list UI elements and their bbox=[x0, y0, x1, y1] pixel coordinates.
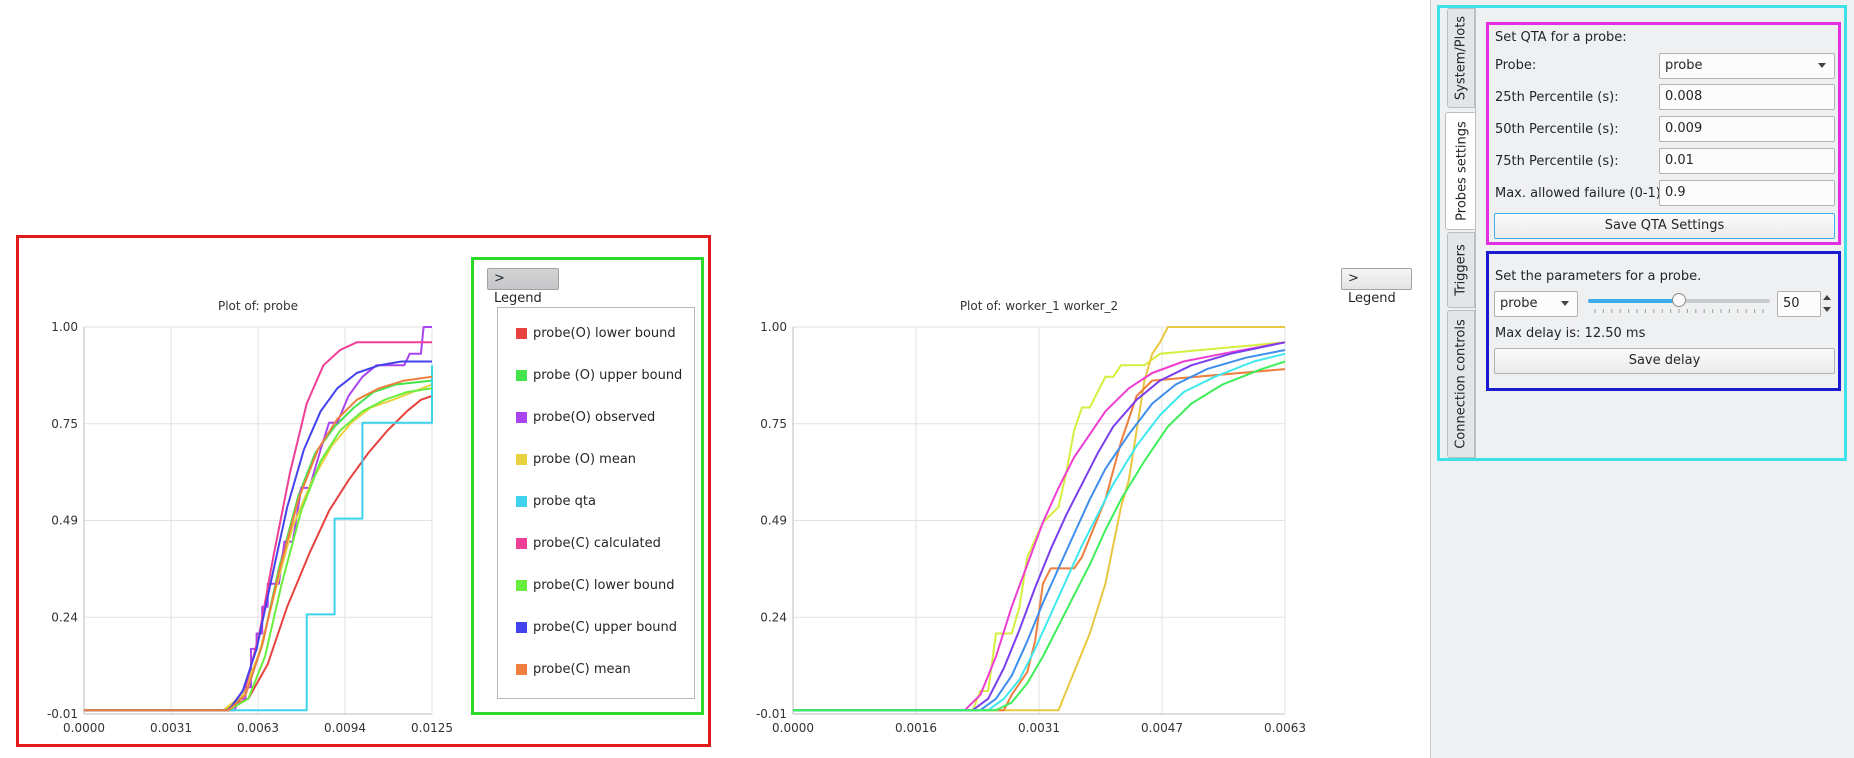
chevron-down-icon bbox=[1561, 301, 1569, 306]
legend-swatch bbox=[516, 369, 527, 381]
probe-combo-value: probe bbox=[1665, 58, 1703, 73]
legend-label: probe(C) calculated bbox=[533, 535, 661, 551]
delay-spinbox-value: 50 bbox=[1783, 296, 1800, 311]
qta-heading: Set QTA for a probe: bbox=[1495, 30, 1627, 45]
legend-swatch bbox=[516, 411, 527, 423]
y-tick-label: 0.75 bbox=[51, 417, 78, 431]
delay-slider[interactable] bbox=[1588, 292, 1770, 316]
probe-combo[interactable]: probe bbox=[1659, 53, 1835, 79]
tab-probes-settings[interactable]: Probes settings bbox=[1445, 112, 1477, 230]
delay-probe-combo-value: probe bbox=[1500, 296, 1538, 311]
legend-item: probe(C) calculated bbox=[516, 534, 661, 552]
dock-splitter[interactable] bbox=[1430, 0, 1431, 758]
legend-item: probe(C) mean bbox=[516, 660, 631, 678]
delay-heading: Set the parameters for a probe. bbox=[1495, 269, 1702, 284]
probe-label: Probe: bbox=[1495, 58, 1537, 73]
legend-toggle-button-workers[interactable]: > Legend bbox=[1341, 268, 1412, 306]
y-tick-label: 1.00 bbox=[760, 320, 787, 334]
probe-legend-panel: probe(O) lower bound probe (O) upper boun… bbox=[497, 307, 695, 699]
x-tick-label: 0.0031 bbox=[150, 721, 192, 735]
x-tick-label: 0.0031 bbox=[1018, 721, 1060, 735]
legend-label: probe qta bbox=[533, 493, 596, 509]
p50-input[interactable]: 0.009 bbox=[1659, 116, 1835, 142]
slider-handle[interactable] bbox=[1672, 293, 1686, 307]
y-tick-label: 0.24 bbox=[51, 610, 78, 624]
x-tick-label: 0.0000 bbox=[63, 721, 105, 735]
chart-title: Plot of: worker_1 worker_2 bbox=[960, 299, 1118, 313]
x-tick-label: 0.0125 bbox=[411, 721, 453, 735]
tab-triggers[interactable]: Triggers bbox=[1447, 232, 1475, 308]
slider-ticks bbox=[1594, 309, 1764, 313]
y-tick-label: -0.01 bbox=[47, 707, 78, 721]
max-delay-text: Max delay is: 12.50 ms bbox=[1495, 326, 1646, 341]
legend-item: probe (O) upper bound bbox=[516, 366, 682, 384]
x-tick-label: 0.0063 bbox=[1264, 721, 1306, 735]
x-tick-label: 0.0016 bbox=[895, 721, 937, 735]
y-tick-label: 0.75 bbox=[760, 417, 787, 431]
legend-label: probe(C) mean bbox=[533, 661, 631, 677]
legend-label: probe(O) observed bbox=[533, 409, 656, 425]
worker-plot-area: 0.0000 0.0016 0.0031 0.0047 0.0063 1.00 0.75 0.… bbox=[740, 236, 1306, 750]
save-qta-button[interactable]: Save QTA Settings bbox=[1494, 213, 1835, 239]
vertical-tab-bar: System/Plots Probes settings Triggers Co… bbox=[1445, 8, 1477, 758]
legend-swatch bbox=[516, 495, 527, 507]
spin-down-icon[interactable] bbox=[1823, 307, 1831, 312]
legend-swatch bbox=[516, 579, 527, 591]
slider-fill bbox=[1588, 299, 1679, 303]
x-tick-label: 0.0094 bbox=[324, 721, 366, 735]
x-tick-label: 0.0047 bbox=[1141, 721, 1183, 735]
y-tick-label: 0.49 bbox=[51, 514, 78, 528]
p50-label: 50th Percentile (s): bbox=[1495, 122, 1619, 137]
legend-item: probe(C) lower bound bbox=[516, 576, 674, 594]
x-tick-label: 0.0063 bbox=[237, 721, 279, 735]
chevron-down-icon bbox=[1818, 63, 1826, 68]
tab-connection-controls[interactable]: Connection controls bbox=[1447, 310, 1475, 458]
legend-label: probe(O) lower bound bbox=[533, 325, 676, 341]
legend-toggle-button-probe[interactable]: > Legend bbox=[487, 268, 559, 306]
x-tick-label: 0.0000 bbox=[772, 721, 814, 735]
delay-spinbox[interactable]: 50 bbox=[1777, 291, 1821, 317]
save-delay-button[interactable]: Save delay bbox=[1494, 348, 1835, 374]
legend-item: probe qta bbox=[516, 492, 596, 510]
legend-item: probe(O) lower bound bbox=[516, 324, 676, 342]
tab-system-plots-label: System/Plots bbox=[1453, 15, 1469, 101]
tab-connection-controls-label: Connection controls bbox=[1453, 319, 1469, 449]
y-tick-label: 0.24 bbox=[760, 610, 787, 624]
p75-input[interactable]: 0.01 bbox=[1659, 148, 1835, 174]
legend-label: probe(C) upper bound bbox=[533, 619, 678, 635]
y-tick-label: 1.00 bbox=[51, 320, 78, 334]
legend-swatch bbox=[516, 327, 527, 339]
y-tick-label: 0.49 bbox=[760, 514, 787, 528]
delay-probe-combo[interactable]: probe bbox=[1494, 291, 1578, 317]
p75-label: 75th Percentile (s): bbox=[1495, 154, 1619, 169]
legend-swatch bbox=[516, 663, 527, 675]
worker-plot-chart: 0.0000 0.0016 0.0031 0.0047 0.0063 1.00 0.75 0.… bbox=[756, 299, 1306, 735]
probe-plot-area: 0.0000 0.0031 0.0063 0.0094 0.0125 1.00 0.75 0.… bbox=[18, 236, 468, 750]
y-tick-label: -0.01 bbox=[756, 707, 787, 721]
probe-plot-chart: 0.0000 0.0031 0.0063 0.0094 0.0125 1.00 0.75 0.… bbox=[47, 299, 453, 735]
legend-label: probe(C) lower bound bbox=[533, 577, 675, 593]
legend-item: probe(C) upper bound bbox=[516, 618, 677, 636]
tab-system-plots[interactable]: System/Plots bbox=[1447, 8, 1475, 108]
legend-label: probe (O) mean bbox=[533, 451, 637, 467]
legend-item: probe (O) mean bbox=[516, 450, 636, 468]
legend-item: probe(O) observed bbox=[516, 408, 655, 426]
legend-swatch bbox=[516, 537, 527, 549]
max-failure-input[interactable]: 0.9 bbox=[1659, 180, 1835, 206]
legend-label: probe (O) upper bound bbox=[533, 367, 683, 383]
p25-label: 25th Percentile (s): bbox=[1495, 90, 1619, 105]
legend-swatch bbox=[516, 621, 527, 633]
tab-triggers-label: Triggers bbox=[1453, 244, 1469, 296]
tab-probes-settings-label: Probes settings bbox=[1454, 121, 1469, 221]
spin-up-icon[interactable] bbox=[1823, 295, 1831, 300]
chart-title: Plot of: probe bbox=[218, 299, 298, 313]
max-failure-label: Max. allowed failure (0-1): bbox=[1495, 186, 1666, 201]
legend-swatch bbox=[516, 453, 527, 465]
p25-input[interactable]: 0.008 bbox=[1659, 84, 1835, 110]
